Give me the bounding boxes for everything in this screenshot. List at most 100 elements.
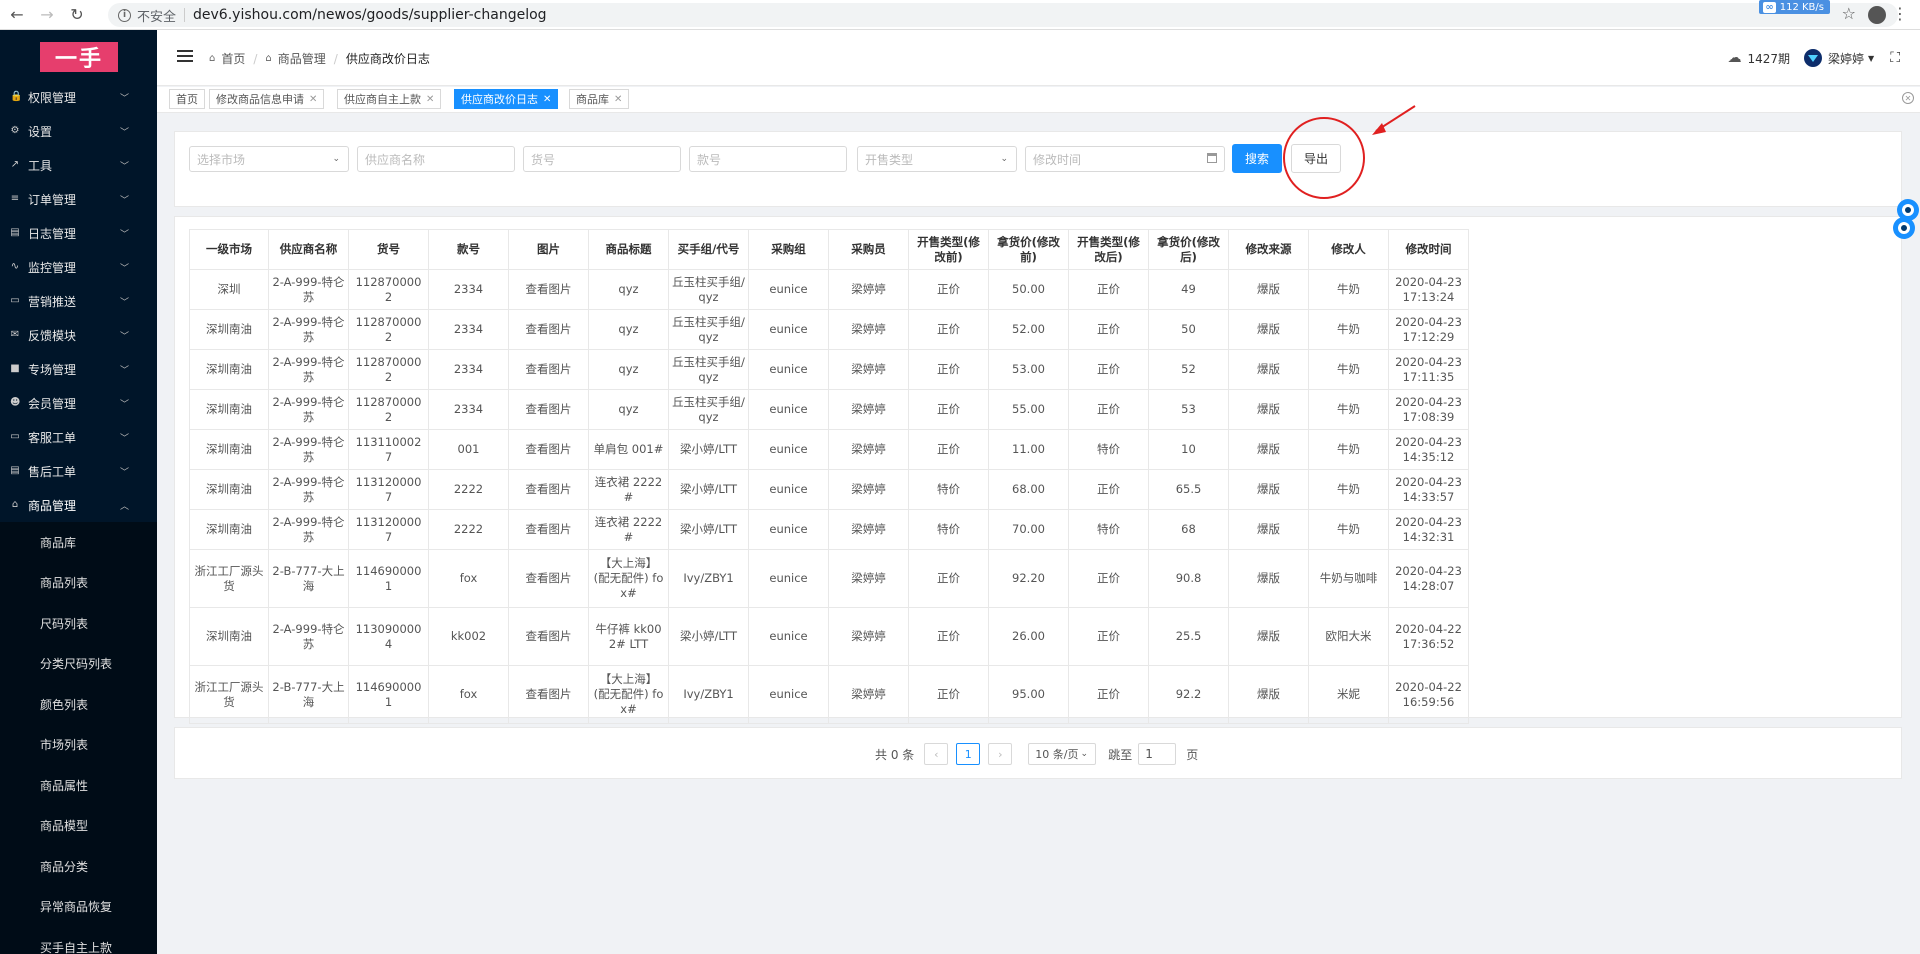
sidebar-subitem[interactable]: 异常商品恢复 — [0, 887, 157, 928]
tab[interactable]: 供应商改价日志 ✕ — [454, 89, 559, 109]
sidebar-item[interactable]: ∿ 监控管理 ﹀ — [0, 250, 157, 284]
close-icon[interactable]: ✕ — [543, 94, 551, 105]
sidebar-item[interactable]: ■ 专场管理 ﹀ — [0, 352, 157, 386]
sidebar-subitem[interactable]: 买手自主上款 — [0, 927, 157, 954]
tab[interactable]: 商品库 ✕ — [569, 89, 630, 109]
pulse-icon: ∿ — [10, 261, 20, 272]
market-select[interactable]: 选择市场 ⌄ — [189, 146, 349, 172]
avatar[interactable] — [1804, 49, 1823, 67]
star-icon[interactable]: ☆ — [1842, 4, 1856, 23]
table-cell: 梁婷婷 — [828, 665, 909, 724]
close-all-tabs-icon[interactable]: ✕ — [1902, 92, 1914, 104]
table-cell: 梁婷婷 — [828, 607, 909, 666]
chevron-down-icon: ﹀ — [119, 264, 129, 274]
view-image-link[interactable]: 查看图片 — [508, 509, 589, 550]
search-button[interactable]: 搜索 — [1232, 144, 1282, 173]
forward-icon[interactable]: → — [34, 2, 60, 28]
close-icon[interactable]: ✕ — [614, 94, 622, 105]
sidebar-item[interactable]: ⚙ 设置 ﹀ — [0, 114, 157, 148]
table-cell: 深圳 — [189, 269, 269, 310]
jump-input[interactable]: 1 — [1138, 743, 1177, 765]
view-image-link[interactable]: 查看图片 — [508, 429, 589, 470]
annotation-circle — [1283, 117, 1365, 199]
view-image-link[interactable]: 查看图片 — [508, 469, 589, 510]
view-image-link[interactable]: 查看图片 — [508, 309, 589, 350]
hamburger-icon[interactable] — [177, 50, 193, 62]
table-cell: 深圳南油 — [189, 469, 269, 510]
view-image-link[interactable]: 查看图片 — [508, 665, 589, 724]
page-size-select[interactable]: 10 条/页 ⌄ — [1028, 743, 1097, 765]
page-button-current[interactable]: 1 — [956, 743, 981, 765]
column-header: 商品标题 — [588, 229, 669, 270]
logo[interactable]: 一手 — [40, 42, 118, 72]
table-row: 深圳南油 2-A-999-特仑苏 1131100027 001 查看图片 单肩包 001#… — [189, 429, 1469, 470]
tab-label: 首页 — [176, 93, 198, 106]
reload-icon[interactable]: ↻ — [64, 2, 90, 28]
floating-assistant-icon[interactable] — [1886, 198, 1920, 242]
sidebar-item[interactable]: ▤ 售后工单 ﹀ — [0, 454, 157, 488]
sidebar-item[interactable]: ☻ 会员管理 ﹀ — [0, 386, 157, 420]
table-cell: 1128700002 — [348, 349, 429, 390]
sidebar-item-label: 客服工单 — [28, 430, 77, 445]
caret-down-icon[interactable]: ▼ — [1868, 54, 1874, 63]
sale-type-select[interactable]: 开售类型 ⌄ — [857, 146, 1017, 172]
table-cell: 10 — [1148, 429, 1229, 470]
back-icon[interactable]: ← — [4, 2, 30, 28]
close-icon[interactable]: ✕ — [309, 94, 317, 105]
table-cell: 丘玉柱买手组/qyz — [668, 309, 749, 350]
sidebar-item[interactable]: 🔒 权限管理 ﹀ — [0, 80, 157, 114]
time-range-picker[interactable]: 修改时间 — [1025, 146, 1225, 172]
period-label[interactable]: 1427期 — [1747, 50, 1790, 67]
sidebar-subitem[interactable]: 商品分类 — [0, 846, 157, 887]
sidebar-item[interactable]: ▭ 客服工单 ﹀ — [0, 420, 157, 454]
annotation-arrow — [1372, 105, 1416, 135]
kebab-menu-icon[interactable]: ⋮ — [1892, 4, 1908, 23]
sidebar-subitem[interactable]: 商品库 — [0, 522, 157, 563]
supplier-input[interactable]: 供应商名称 — [357, 146, 515, 172]
user-name[interactable]: 梁婷婷 — [1828, 50, 1864, 67]
breadcrumb-home[interactable]: ⌂ 首页 — [209, 50, 245, 67]
prev-page-button[interactable]: ‹ — [924, 743, 949, 765]
profile-icon[interactable] — [1868, 6, 1886, 24]
view-image-link[interactable]: 查看图片 — [508, 607, 589, 666]
table-row: 浙江工厂源头货 2-B-777-大上海 1146900001 fox 查看图片 【大上海】… — [189, 549, 1469, 608]
sidebar-subitem[interactable]: 商品模型 — [0, 806, 157, 847]
sidebar-item[interactable]: ✉ 反馈模块 ﹀ — [0, 318, 157, 352]
table-cell: 11.00 — [988, 429, 1069, 470]
sidebar-subitem[interactable]: 尺码列表 — [0, 603, 157, 644]
cloud-download-icon[interactable]: ☁ — [1727, 50, 1741, 66]
url-text[interactable]: dev6.yishou.com/newos/goods/supplier-cha… — [193, 7, 547, 23]
sidebar-item[interactable]: ⌂ 商品管理 ︿ — [0, 488, 157, 522]
table-cell: 爆版 — [1228, 309, 1309, 350]
table-cell: 2-A-999-特仑苏 — [268, 389, 349, 430]
style-no-input[interactable]: 款号 — [689, 146, 847, 172]
sidebar-item[interactable]: ≡ 订单管理 ﹀ — [0, 182, 157, 216]
goods-no-input[interactable]: 货号 — [523, 146, 681, 172]
address-bar[interactable]: i 不安全 dev6.yishou.com/newos/goods/suppli… — [108, 3, 1898, 27]
tab[interactable]: 修改商品信息申请 ✕ — [209, 89, 325, 109]
sidebar-subitem[interactable]: 市场列表 — [0, 725, 157, 766]
card-icon: ▭ — [10, 431, 20, 442]
sidebar-item[interactable]: ▤ 日志管理 ﹀ — [0, 216, 157, 250]
breadcrumb-goods[interactable]: ⌂ 商品管理 — [265, 50, 325, 67]
table-cell: 爆版 — [1228, 269, 1309, 310]
sidebar-subitem[interactable]: 颜色列表 — [0, 684, 157, 725]
tab[interactable]: 首页 — [169, 89, 205, 109]
fullscreen-icon[interactable]: ⛶ — [1890, 50, 1900, 66]
sidebar-item[interactable]: ↗ 工具 ﹀ — [0, 148, 157, 182]
sidebar-item[interactable]: ▭ 营销推送 ﹀ — [0, 284, 157, 318]
view-image-link[interactable]: 查看图片 — [508, 549, 589, 608]
view-image-link[interactable]: 查看图片 — [508, 269, 589, 310]
sidebar-item-label: 工具 — [28, 158, 53, 173]
view-image-link[interactable]: 查看图片 — [508, 349, 589, 390]
sidebar-subitem[interactable]: 商品列表 — [0, 563, 157, 604]
view-image-link[interactable]: 查看图片 — [508, 389, 589, 430]
next-page-button[interactable]: › — [988, 743, 1013, 765]
table-cell: 正价 — [908, 549, 989, 608]
tab[interactable]: 供应商自主上款 ✕ — [337, 89, 442, 109]
sidebar-subitem[interactable]: 分类尺码列表 — [0, 644, 157, 685]
close-icon[interactable]: ✕ — [426, 94, 434, 105]
info-icon[interactable]: i — [118, 8, 131, 22]
speed-label: 112 KB/s — [1779, 1, 1824, 13]
sidebar-subitem[interactable]: 商品属性 — [0, 765, 157, 806]
